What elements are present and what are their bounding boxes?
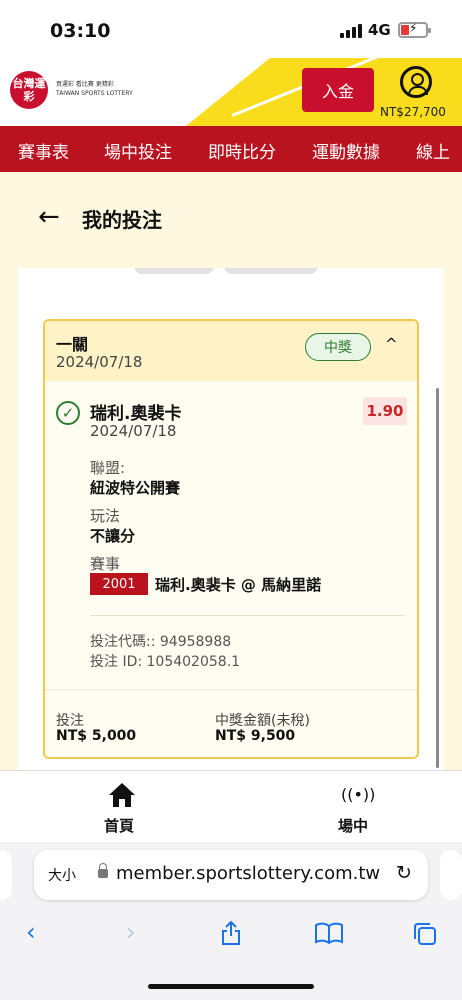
nav-item-schedule[interactable]: 賽事表 (18, 138, 69, 163)
bet-code: 投注代碼:: 94958988 (90, 634, 232, 650)
bet-selection: ✓ 瑞利.奧裴卡 2024/07/18 1.90 聯盟: 紐波特公開賽 玩法 不… (45, 381, 417, 687)
page-title: 我的投注 (82, 208, 162, 232)
status-time: 03:10 (50, 20, 111, 42)
selection-name: 瑞利.奧裴卡 (90, 404, 182, 424)
nav-item-live-scores[interactable]: 即時比分 (208, 138, 276, 163)
bet-card: 一關 2024/07/18 中獎 ^ ✓ 瑞利.奧裴卡 2024/07/18 1… (43, 319, 419, 759)
nav-item-online[interactable]: 線上 (416, 138, 450, 163)
filter-pill[interactable] (224, 268, 318, 274)
text-size-button[interactable]: 大小 (48, 865, 76, 885)
league-label: 聯盟: (90, 459, 126, 477)
bet-list[interactable]: 一關 2024/07/18 中獎 ^ ✓ 瑞利.奧裴卡 2024/07/18 1… (18, 268, 444, 770)
status-bar: 03:10 4G ⚡ (0, 0, 462, 58)
stake-label: 投注 (56, 713, 84, 729)
tabs-icon[interactable] (412, 922, 438, 946)
logo-subtitle: TAIWAN SPORTS LOTTERY (56, 90, 133, 97)
logo-tagline: 買運彩 看比賽 更精彩 TAIWAN SPORTS LOTTERY (56, 80, 146, 98)
signal-icon (340, 24, 362, 38)
event-name: 瑞利.奧裴卡 @ 馬納里諾 (155, 576, 322, 594)
bet-type: 一關 (56, 335, 89, 354)
event-code-badge: 2001 (90, 573, 148, 595)
address-bar[interactable]: 大小 member.sportslottery.com.tw ↻ (34, 850, 428, 900)
market-label: 玩法 (90, 507, 121, 525)
league-value: 紐波特公開賽 (90, 479, 181, 497)
tab-live[interactable]: 場中 (338, 815, 368, 836)
bet-date: 2024/07/18 (56, 353, 143, 371)
bet-card-header[interactable]: 一關 2024/07/18 中獎 ^ (45, 321, 417, 381)
share-icon[interactable] (219, 920, 243, 946)
scrollbar[interactable] (436, 388, 439, 768)
logo-tagline-text: 買運彩 看比賽 更精彩 (56, 81, 114, 88)
selection-date: 2024/07/18 (90, 422, 177, 440)
filter-pill[interactable] (134, 268, 214, 274)
url-text[interactable]: member.sportslottery.com.tw (116, 863, 380, 884)
app-header: 台灣運彩 買運彩 看比賽 更精彩 TAIWAN SPORTS LOTTERY 入… (0, 58, 462, 126)
logo-icon[interactable]: 台灣運彩 (10, 71, 48, 109)
home-indicator (148, 984, 314, 989)
page-header: ← 我的投注 (0, 172, 462, 262)
back-icon[interactable]: ‹ (26, 918, 36, 946)
account-balance: NT$27,700 (380, 105, 446, 119)
previous-tab-preview[interactable] (0, 850, 12, 900)
bet-summary: 投注 NT$ 5,000 中獎金額(未稅) NT$ 9,500 (45, 689, 417, 757)
check-circle-icon: ✓ (56, 401, 80, 425)
chevron-up-icon[interactable]: ^ (385, 335, 398, 353)
deposit-button[interactable]: 入金 (302, 68, 374, 112)
odds-badge: 1.90 (363, 397, 407, 425)
reload-icon[interactable]: ↻ (396, 862, 412, 884)
bet-id: 投注 ID: 105402058.1 (90, 654, 241, 670)
market-value: 不讓分 (90, 527, 136, 545)
event-label: 賽事 (90, 555, 121, 573)
stake-value: NT$ 5,000 (56, 728, 137, 744)
browser-chrome: 大小 member.sportslottery.com.tw ↻ ‹ › (0, 842, 462, 1000)
nav-item-live-betting[interactable]: 場中投注 (104, 138, 172, 163)
user-account-icon[interactable] (400, 66, 432, 98)
main-nav: 賽事表 場中投注 即時比分 運動數據 線上 (0, 126, 462, 172)
live-broadcast-icon[interactable]: ((•)) (341, 785, 375, 804)
divider (90, 615, 404, 616)
tab-home[interactable]: 首頁 (104, 815, 134, 836)
network-label: 4G (368, 21, 391, 39)
lock-icon (98, 863, 108, 878)
battery-icon: ⚡ (398, 21, 431, 38)
payout-label: 中獎金額(未稅) (215, 713, 310, 729)
status-badge: 中獎 (305, 333, 371, 361)
forward-icon[interactable]: › (126, 918, 136, 946)
payout-value: NT$ 9,500 (215, 728, 296, 744)
home-icon[interactable] (107, 781, 137, 809)
bookmarks-icon[interactable] (314, 922, 344, 944)
next-tab-preview[interactable] (440, 850, 462, 900)
back-arrow-icon[interactable]: ← (38, 202, 60, 232)
bottom-tab-bar: 首頁 ((•)) 場中 (0, 770, 462, 842)
nav-item-sports-stats[interactable]: 運動數據 (312, 138, 380, 163)
